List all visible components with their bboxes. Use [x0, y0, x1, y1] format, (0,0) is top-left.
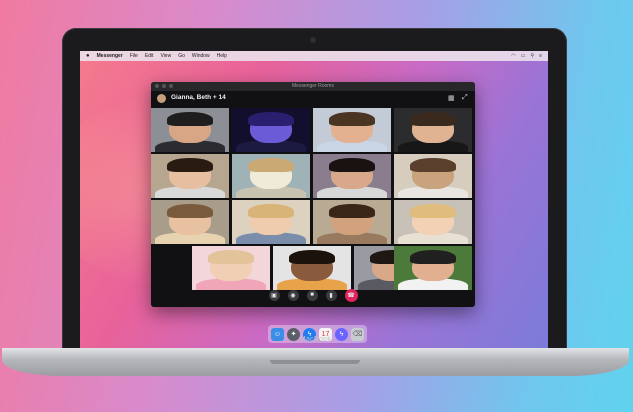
search-icon[interactable]: ⚲: [530, 53, 534, 59]
participant-video[interactable]: [394, 200, 472, 244]
menu-item-go[interactable]: Go: [178, 53, 185, 59]
participant-video[interactable]: [313, 108, 391, 152]
participant-video[interactable]: [232, 108, 310, 152]
participant-video[interactable]: [151, 200, 229, 244]
participant-video[interactable]: [394, 108, 472, 152]
title-bar: Messenger Rooms: [151, 82, 475, 91]
participant-video[interactable]: [394, 154, 472, 198]
participant-video[interactable]: [394, 246, 472, 290]
menu-item-view[interactable]: View: [160, 53, 171, 59]
laptop-base: MacBook: [2, 336, 629, 376]
base-notch: [270, 360, 360, 364]
menu-item-edit[interactable]: Edit: [145, 53, 154, 59]
laptop-lid: ● Messenger File Edit View Go Window Hel…: [62, 28, 567, 362]
participant-video[interactable]: [273, 246, 351, 290]
messenger-window: Messenger Rooms Gianna, Beth + 14 ▦ ⤢ ▣ …: [151, 82, 475, 307]
participant-video[interactable]: [313, 154, 391, 198]
apple-icon[interactable]: ●: [86, 53, 90, 59]
battery-icon[interactable]: ▭: [521, 53, 526, 59]
menu-item-file[interactable]: File: [130, 53, 138, 59]
call-header: Gianna, Beth + 14 ▦ ⤢: [151, 91, 475, 108]
fullscreen-icon[interactable]: ⤢: [462, 94, 468, 102]
participant-video[interactable]: [232, 200, 310, 244]
screen: ● Messenger File Edit View Go Window Hel…: [80, 51, 548, 354]
menu-item-window[interactable]: Window: [192, 53, 210, 59]
wifi-icon[interactable]: ◠: [511, 53, 515, 59]
menu-icon[interactable]: ≡: [539, 53, 542, 59]
participant-video[interactable]: [151, 108, 229, 152]
status-area: ◠ ▭ ⚲ ≡: [511, 53, 548, 59]
participant-video[interactable]: [151, 154, 229, 198]
participant-video[interactable]: [313, 200, 391, 244]
group-name: Gianna, Beth + 14: [171, 94, 226, 101]
end-call-icon[interactable]: ☎: [344, 288, 358, 302]
participants-icon[interactable]: ◉: [287, 289, 299, 301]
participant-video[interactable]: [192, 246, 270, 290]
grid-view-icon[interactable]: ▦: [448, 94, 455, 102]
camera-icon[interactable]: ■: [306, 289, 318, 301]
call-controls: ▣ ◉ ■ ▮ ☎: [151, 288, 475, 302]
group-avatar: [157, 94, 166, 103]
camera: [310, 37, 316, 43]
participant-video[interactable]: [232, 154, 310, 198]
microphone-icon[interactable]: ▮: [325, 289, 337, 301]
menu-item-help[interactable]: Help: [217, 53, 227, 59]
window-title: Messenger Rooms: [292, 83, 334, 89]
menu-bar: ● Messenger File Edit View Go Window Hel…: [80, 51, 548, 61]
menu-item-app[interactable]: Messenger: [97, 53, 123, 59]
laptop-brand: MacBook: [299, 336, 332, 343]
share-screen-icon[interactable]: ▣: [268, 289, 280, 301]
